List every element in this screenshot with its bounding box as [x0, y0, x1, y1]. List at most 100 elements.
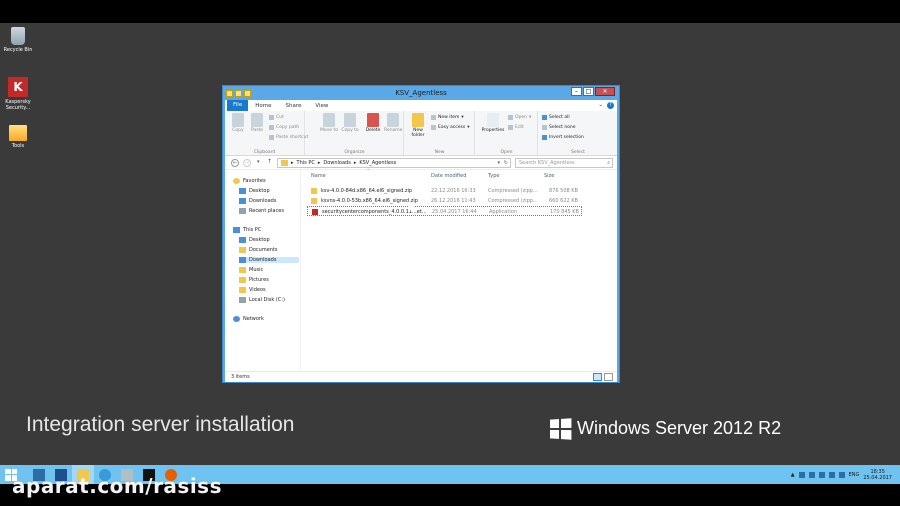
column-header-type[interactable]: Type	[488, 173, 499, 179]
easy-access-button[interactable]: Easy access ▾	[431, 125, 469, 130]
nav-pc-pictures[interactable]: Pictures	[239, 277, 269, 283]
new-folder-button[interactable]: New folder	[409, 113, 427, 138]
desktop-icon-label: Recycle Bin	[3, 47, 33, 53]
paste-button[interactable]: Paste	[248, 113, 266, 133]
nav-pc-documents[interactable]: Documents	[239, 247, 278, 253]
edit-button[interactable]: Edit	[508, 125, 524, 130]
ribbon-group-organize: Move to Copy to Delete Rename Organize	[306, 111, 404, 156]
minimize-button[interactable]: –	[571, 87, 582, 96]
nav-fav-desktop[interactable]: Desktop	[239, 188, 270, 194]
recycle-bin-icon	[11, 27, 25, 45]
tray-app-icon[interactable]	[808, 471, 815, 478]
file-type: Application	[489, 209, 517, 215]
column-header-name[interactable]: Name	[311, 173, 326, 179]
desktop-icon-tools[interactable]: Tools	[2, 125, 34, 149]
file-row[interactable]: ksvns-4.0.0-53b.x86_64.el6_signed.zip 26…	[307, 196, 582, 206]
desktop-icon-recycle-bin[interactable]: Recycle Bin	[2, 27, 34, 53]
network-tray-icon[interactable]	[828, 471, 835, 478]
breadcrumb-current[interactable]: KSV_Agentless	[359, 159, 396, 167]
nav-fav-recent[interactable]: Recent places	[239, 208, 284, 214]
tray-app-icon[interactable]	[818, 471, 825, 478]
zip-folder-icon	[311, 188, 317, 194]
tab-view[interactable]: View	[308, 103, 335, 109]
tab-home[interactable]: Home	[248, 103, 278, 109]
volume-icon[interactable]	[838, 471, 845, 478]
forward-button[interactable]: →	[243, 159, 251, 167]
downloads-icon	[239, 198, 246, 204]
column-header-date[interactable]: Date modified	[431, 173, 466, 179]
group-label: Organize	[344, 150, 365, 155]
file-row[interactable]: ksv-4.0.0-84d.x86_64.el6_signed.zip 22.1…	[307, 186, 582, 196]
file-name: ksv-4.0.0-84d.x86_64.el6_signed.zip	[321, 188, 413, 194]
details-view-button[interactable]	[593, 373, 602, 381]
close-button[interactable]: ✕	[595, 87, 615, 96]
view-switcher	[593, 373, 613, 381]
tab-file[interactable]: File	[227, 100, 249, 111]
desktop-icon-kaspersky[interactable]: K Kaspersky Security...	[2, 77, 34, 111]
open-button[interactable]: Open ▾	[508, 115, 531, 120]
new-item-button[interactable]: New item ▾	[431, 115, 464, 120]
cut-button[interactable]: Cut	[269, 115, 284, 120]
copy-to-button[interactable]: Copy to	[341, 113, 359, 133]
content-area: Favorites Desktop Downloads Recent place…	[225, 169, 617, 371]
title-bar[interactable]: KSV_Agentless – □ ✕	[223, 86, 619, 100]
system-tray: ▲ ENG 18:35 25.04.2017	[791, 469, 900, 481]
file-date: 26.12.2016 11:43	[431, 198, 476, 204]
tab-share[interactable]: Share	[278, 103, 308, 109]
nav-network[interactable]: Network	[233, 316, 264, 322]
nav-pc-desktop[interactable]: Desktop	[239, 237, 270, 243]
refresh-icon[interactable]: ↻	[504, 159, 508, 167]
search-icon: ⌕	[607, 160, 610, 166]
nav-this-pc[interactable]: This PC	[233, 227, 261, 233]
screen: Recycle Bin K Kaspersky Security... Tool…	[0, 0, 900, 506]
copy-path-button[interactable]: Copy path	[269, 125, 299, 130]
delete-button[interactable]: Delete	[364, 113, 382, 133]
input-language[interactable]: ENG	[849, 472, 860, 478]
item-count: 3 items	[231, 374, 250, 380]
nav-favorites[interactable]: Favorites	[233, 178, 266, 184]
desktop-icon-label: Tools	[11, 143, 25, 149]
recent-places-icon	[239, 208, 246, 214]
nav-pc-local-disk[interactable]: Local Disk (C:)	[239, 297, 285, 303]
breadcrumb-downloads[interactable]: Downloads	[323, 159, 350, 167]
nav-fav-downloads[interactable]: Downloads	[239, 198, 276, 204]
maximize-button[interactable]: □	[583, 87, 594, 96]
address-bar[interactable]: ▸ This PC ▸ Downloads ▸ KSV_Agentless ▾ …	[277, 158, 511, 168]
star-icon	[233, 178, 240, 184]
new-folder-icon	[412, 113, 424, 127]
show-hidden-icons[interactable]: ▲	[791, 472, 795, 478]
nav-pc-music[interactable]: Music	[239, 267, 263, 273]
properties-button[interactable]: Properties	[480, 113, 506, 133]
breadcrumb-this-pc[interactable]: This PC	[297, 159, 315, 167]
back-button[interactable]: ←	[231, 159, 239, 167]
zip-folder-icon	[311, 198, 317, 204]
select-all-button[interactable]: Select all	[542, 115, 570, 120]
ribbon-group-new: New folder New item ▾ Easy access ▾ New	[405, 111, 475, 156]
search-input[interactable]: Search KSV_Agentless ⌕	[515, 158, 613, 168]
clock-date: 25.04.2017	[863, 474, 892, 481]
tray-app-icon[interactable]	[798, 471, 805, 478]
move-to-icon	[323, 113, 335, 127]
nav-pc-videos[interactable]: Videos	[239, 287, 266, 293]
file-size: 170 845 KB	[550, 209, 579, 215]
expand-ribbon-icon[interactable]: ⌄	[598, 102, 603, 109]
windows-logo-icon	[549, 417, 572, 440]
paste-shortcut-icon	[269, 135, 274, 140]
select-none-button[interactable]: Select none	[542, 125, 576, 130]
clock[interactable]: 18:35 25.04.2017	[863, 469, 892, 481]
ribbon-group-open: Properties Open ▾ Edit Open	[476, 111, 538, 156]
help-icon[interactable]: ?	[607, 102, 614, 109]
up-button[interactable]: ↑	[267, 158, 272, 165]
new-item-icon	[431, 115, 436, 120]
large-icons-view-button[interactable]	[604, 373, 613, 381]
paste-shortcut-button[interactable]: Paste shortcut	[269, 135, 308, 140]
invert-selection-button[interactable]: Invert selection	[542, 135, 584, 140]
copy-button[interactable]: Copy	[229, 113, 247, 133]
nav-pc-downloads[interactable]: Downloads	[239, 257, 299, 263]
file-row-selected[interactable]: securitycentercomponents_4.0.0.11...et..…	[307, 206, 582, 216]
move-to-button[interactable]: Move to	[320, 113, 338, 133]
recent-locations-icon[interactable]: ▾	[257, 159, 260, 165]
rename-button[interactable]: Rename	[384, 113, 402, 133]
column-header-size[interactable]: Size	[544, 173, 554, 179]
file-name: securitycentercomponents_4.0.0.11...et..…	[322, 209, 427, 215]
